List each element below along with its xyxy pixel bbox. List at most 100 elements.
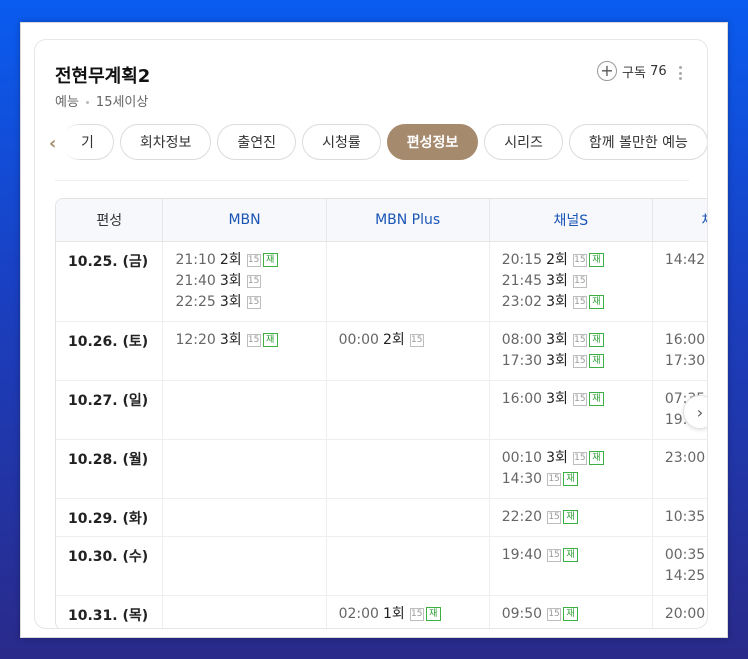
schedule-cell: 00:352회15재14:252회15재 — [652, 536, 707, 596]
column-header-channel[interactable]: 채널S 플러 — [652, 199, 707, 242]
window-frame: 전현무계획2 예능 15세이상 + 구독 76 기 회차정보 출연진 시청률 편성정보 시리… — [20, 22, 728, 638]
airing-slot[interactable]: 20:002회15재 — [665, 604, 707, 625]
airing-slot[interactable]: 17:302회15재 — [665, 351, 707, 372]
schedule-cell — [162, 595, 327, 628]
schedule-cell: 14:421회15재 — [652, 241, 707, 322]
rerun-badge: 재 — [262, 253, 278, 267]
date-cell: 10.30. (수) — [56, 536, 164, 596]
age-rating-badge: 15 — [547, 607, 562, 621]
schedule-cell — [326, 241, 490, 322]
air-time: 22:25 — [175, 293, 216, 310]
schedule-cell: 22:20 15 재 — [489, 498, 653, 537]
schedule-cell — [326, 536, 490, 596]
age-rating-badge: 15 — [547, 548, 562, 562]
air-time: 16:00 — [501, 390, 543, 407]
airing-slot[interactable]: 22:20 15 재 — [502, 507, 652, 528]
schedule-cell — [162, 498, 327, 537]
airing-slot[interactable]: 14:30 15 재 — [502, 469, 652, 490]
table-row: 10.25. (금) 21:10 2회 15 재 21:40 3회 15 22:25 3회 15 20… — [56, 241, 707, 322]
schedule-cell: 09:50 15 재 — [489, 595, 653, 628]
column-header-channel[interactable]: MBN — [162, 199, 327, 242]
program-meta: 예능 15세이상 — [55, 91, 148, 110]
tab-4[interactable]: 편성정보 — [386, 124, 479, 160]
tab-3[interactable]: 시청률 — [302, 124, 381, 160]
airing-slot[interactable]: 19:40 15 재 — [502, 545, 652, 566]
airing-slot[interactable]: 22:25 3회 15 — [175, 292, 325, 313]
tab-1[interactable]: 회차정보 — [119, 124, 212, 160]
table-header-row: 편성MBNMBN Plus채널S채널S 플러 — [56, 199, 707, 242]
airing-slot[interactable]: 20:15 2회 15 재 — [502, 250, 652, 271]
date-cell: 10.25. (금) — [56, 241, 164, 322]
age-rating-badge: 15 — [572, 354, 587, 368]
date-cell: 10.26. (토) — [56, 321, 164, 381]
episode-number: 3회 — [546, 293, 568, 310]
subscribe-count: 76 — [650, 63, 667, 79]
schedule-cell: 21:10 2회 15 재 21:40 3회 15 22:25 3회 15 — [162, 241, 327, 322]
air-time: 14:25 — [664, 567, 706, 584]
airing-slot[interactable]: 12:20 3회 15 재 — [175, 330, 325, 351]
subscribe-button[interactable]: + 구독 76 — [597, 60, 667, 82]
column-header-channel[interactable]: 채널S — [489, 199, 653, 242]
rerun-badge: 재 — [588, 392, 604, 406]
chevron-left-icon[interactable]: ‹ — [35, 124, 83, 162]
schedule-cell — [326, 498, 490, 537]
airing-slot[interactable]: 10:352회15재 — [665, 507, 707, 528]
tab-5[interactable]: 시리즈 — [484, 124, 563, 160]
rerun-badge: 재 — [563, 472, 579, 486]
date-cell: 10.31. (목) — [56, 595, 164, 628]
airing-slot[interactable]: 08:00 3회 15 재 — [502, 330, 652, 351]
airing-slot[interactable]: 21:45 3회 15 — [502, 271, 652, 292]
age-rating-badge: 15 — [572, 333, 587, 347]
age-rating-badge: 15 — [572, 274, 587, 288]
airing-slot[interactable]: 16:002회15재 — [665, 330, 707, 351]
program-genre: 예능 — [55, 95, 79, 110]
schedule-cell — [162, 380, 327, 440]
episode-number: 3회 — [219, 272, 242, 289]
rerun-badge: 재 — [588, 451, 604, 465]
schedule-cell: 20:002회15재 — [652, 595, 707, 628]
episode-number: 3회 — [546, 449, 568, 466]
air-time: 02:00 — [338, 605, 379, 622]
table-row: 10.26. (토) 12:20 3회 15 재 00:00 2회 15 08:00 3회 15 재 1… — [56, 321, 707, 381]
program-title[interactable]: 전현무계획2 — [55, 62, 150, 88]
airing-slot[interactable]: 09:50 15 재 — [502, 604, 652, 625]
airing-slot[interactable]: 14:252회15재 — [664, 566, 707, 587]
air-time: 23:00 — [664, 449, 706, 466]
air-time: 23:02 — [501, 293, 543, 310]
airing-slot[interactable]: 00:352회15재 — [664, 545, 707, 566]
tab-6[interactable]: 함께 볼만한 예능 — [568, 124, 707, 160]
airing-slot[interactable]: 00:10 3회 15 재 — [502, 448, 652, 469]
episode-number: 3회 — [546, 352, 568, 369]
air-time: 09:50 — [501, 605, 543, 622]
airing-slot[interactable]: 16:00 3회 15 재 — [502, 389, 652, 410]
kebab-icon[interactable] — [677, 66, 683, 80]
airing-slot[interactable]: 14:421회15재 — [665, 250, 707, 271]
rerun-badge: 재 — [588, 253, 604, 267]
episode-number: 3회 — [219, 293, 242, 310]
schedule-cell — [326, 380, 490, 440]
airing-slot[interactable]: 23:02 3회 15 재 — [502, 292, 652, 313]
air-time: 00:35 — [664, 546, 706, 563]
air-time: 17:30 — [501, 352, 543, 369]
rerun-badge: 재 — [262, 333, 278, 347]
divider — [55, 180, 689, 181]
airing-slot[interactable]: 00:00 2회 15 — [339, 330, 489, 351]
tab-2[interactable]: 출연진 — [217, 124, 297, 160]
column-header-channel[interactable]: MBN Plus — [326, 199, 490, 242]
age-rating-badge: 15 — [547, 510, 562, 524]
rerun-badge: 재 — [563, 607, 579, 621]
rerun-badge: 재 — [563, 510, 579, 524]
schedule-cell: 16:002회15재17:302회15재 — [652, 321, 707, 381]
airing-slot[interactable]: 02:00 1회 15 재 — [339, 604, 489, 625]
rerun-badge: 재 — [588, 295, 604, 309]
age-rating-badge: 15 — [547, 472, 562, 486]
schedule-cell: 08:00 3회 15 재 17:30 3회 15 재 — [489, 321, 653, 381]
subscribe-label: 구독 — [622, 65, 646, 81]
airing-slot[interactable]: 21:40 3회 15 — [175, 271, 325, 292]
airing-slot[interactable]: 17:30 3회 15 재 — [502, 351, 652, 372]
rerun-badge: 재 — [588, 354, 604, 368]
airing-slot[interactable]: 21:10 2회 15 재 — [175, 250, 325, 271]
program-rating: 15세이상 — [95, 95, 149, 110]
airing-slot[interactable]: 23:002회15재 — [664, 448, 707, 469]
episode-number: 2회 — [546, 251, 568, 268]
